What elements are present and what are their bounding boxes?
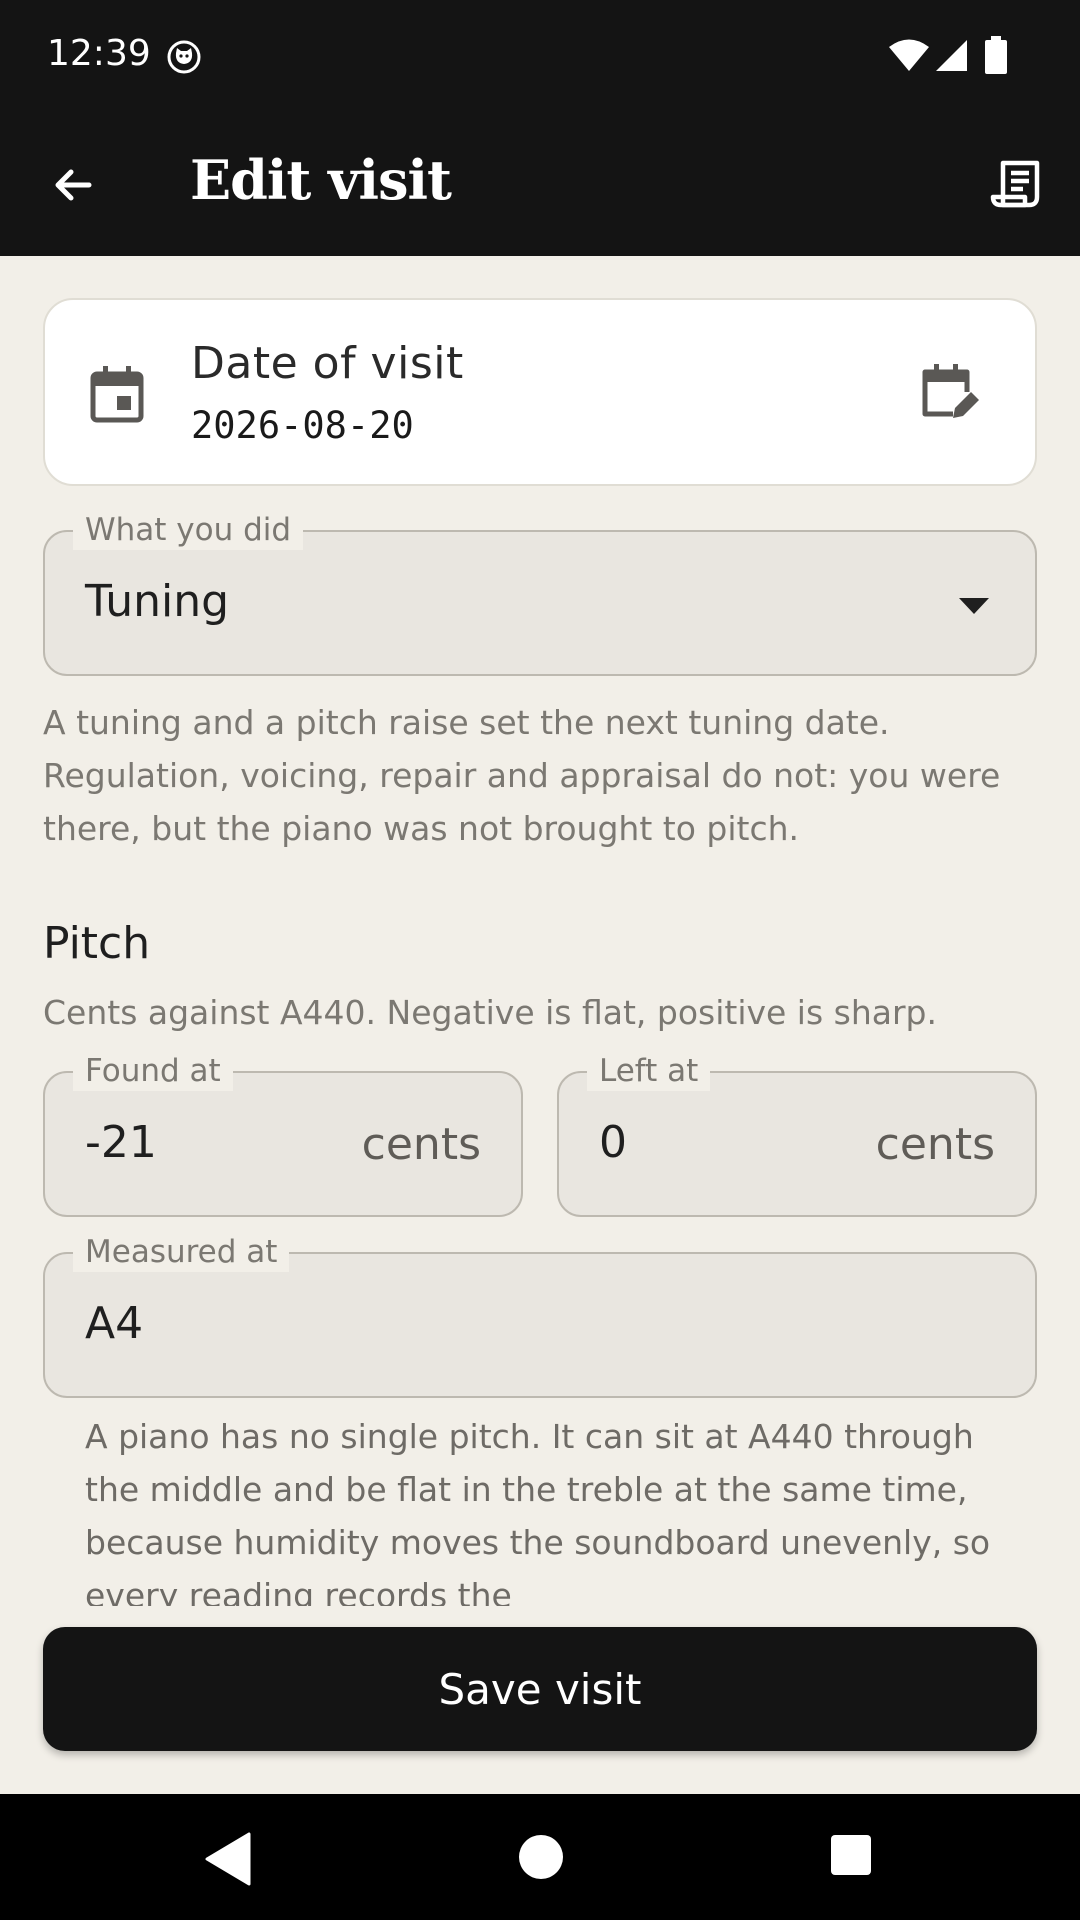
scroll-content-clip: A piano has no single pitch. It can sit … bbox=[0, 1410, 1080, 1606]
battery-icon bbox=[985, 36, 1007, 74]
cat-notification-icon bbox=[167, 40, 201, 74]
service-helper-text: A tuning and a pitch raise set the next … bbox=[43, 703, 1001, 848]
found-at-suffix: cents bbox=[361, 1119, 481, 1170]
receipt-icon bbox=[990, 160, 1040, 208]
left-at-field[interactable]: Left at 0 cents bbox=[557, 1051, 1037, 1217]
found-at-field[interactable]: Found at -21 cents bbox=[43, 1051, 523, 1217]
nav-back-icon[interactable] bbox=[203, 1832, 253, 1886]
calendar-icon bbox=[90, 366, 144, 423]
page-title: Edit visit bbox=[190, 148, 452, 212]
measured-at-label: Measured at bbox=[73, 1232, 290, 1272]
back-button[interactable] bbox=[40, 152, 106, 218]
system-nav-bar bbox=[0, 1794, 1080, 1920]
nav-home-icon[interactable] bbox=[518, 1834, 564, 1880]
pitch-note: A piano has no single pitch. It can sit … bbox=[85, 1417, 991, 1606]
wifi-icon bbox=[889, 39, 929, 71]
pitch-section-title: Pitch bbox=[43, 918, 151, 969]
nav-recents-icon[interactable] bbox=[830, 1834, 872, 1876]
status-bar: 12:39 bbox=[0, 0, 1080, 110]
service-dropdown[interactable]: What you did Tuning bbox=[43, 510, 1037, 676]
date-label: Date of visit bbox=[191, 338, 464, 389]
arrow-back-icon bbox=[55, 169, 92, 201]
calendar-edit-icon[interactable] bbox=[917, 360, 981, 424]
found-at-label: Found at bbox=[73, 1051, 233, 1091]
left-at-suffix: cents bbox=[875, 1119, 995, 1170]
date-value: 2026-08-20 bbox=[191, 404, 414, 447]
found-at-value: -21 bbox=[85, 1117, 157, 1168]
measured-at-field[interactable]: Measured at A4 bbox=[43, 1232, 1037, 1398]
date-of-visit-card[interactable]: Date of visit 2026-08-20 bbox=[43, 298, 1037, 486]
left-at-value: 0 bbox=[599, 1117, 627, 1168]
measured-at-value: A4 bbox=[85, 1298, 144, 1349]
app-bar: Edit visit bbox=[0, 110, 1080, 256]
status-time: 12:39 bbox=[47, 33, 151, 74]
save-visit-button[interactable]: Save visit bbox=[43, 1627, 1037, 1751]
left-at-label: Left at bbox=[587, 1051, 711, 1091]
service-value: Tuning bbox=[85, 576, 230, 627]
service-label: What you did bbox=[73, 510, 304, 550]
chevron-down-icon bbox=[959, 598, 989, 614]
pitch-subtitle: Cents against A440. Negative is flat, po… bbox=[43, 993, 937, 1032]
signal-icon bbox=[936, 40, 967, 71]
receipt-button[interactable] bbox=[984, 152, 1050, 218]
